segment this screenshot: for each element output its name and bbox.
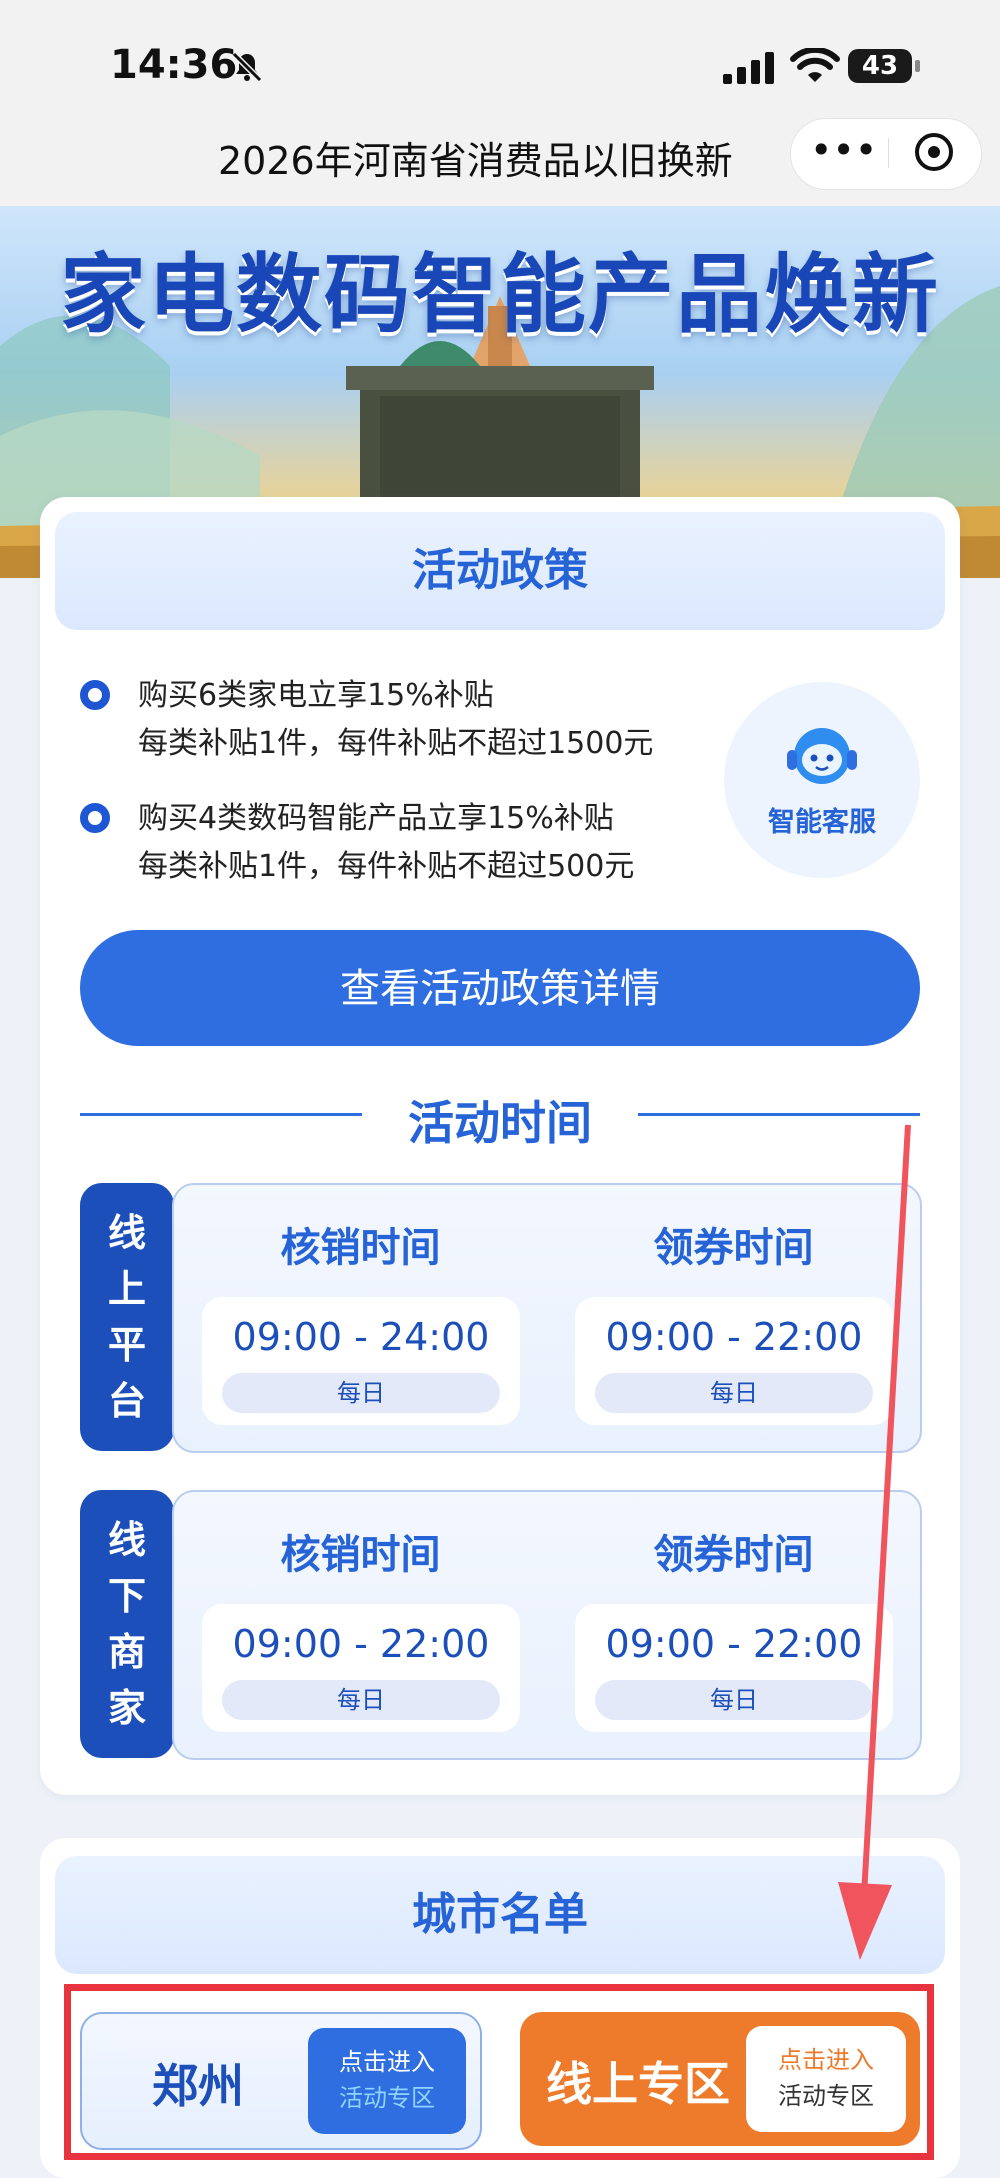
time-panel: 核销时间 09:00 - 22:00 每日 领券时间 09:00 - 22:00…	[172, 1490, 922, 1760]
coupon-time-column: 领券时间 09:00 - 22:00 每日	[547, 1185, 920, 1451]
time-box: 09:00 - 22:00 每日	[575, 1604, 893, 1732]
tab-char: 家	[107, 1686, 146, 1730]
offline-merchant-time-block: 线 下 商 家 核销时间 09:00 - 22:00 每日 领券时间 09:00…	[80, 1490, 922, 1760]
daily-badge: 每日	[222, 1680, 500, 1720]
time-range: 09:00 - 22:00	[232, 1622, 490, 1666]
policy-item-line1: 购买4类数码智能产品立享15%补贴	[138, 801, 614, 836]
annotation-highlight-box	[64, 1984, 934, 2160]
time-box: 09:00 - 24:00 每日	[202, 1297, 520, 1425]
coupon-time-column: 领券时间 09:00 - 22:00 每日	[547, 1492, 920, 1758]
redeem-time-column: 核销时间 09:00 - 24:00 每日	[174, 1185, 547, 1451]
bullet-icon	[80, 803, 110, 833]
signal-icon	[723, 52, 774, 84]
view-policy-details-button[interactable]: 查看活动政策详情	[80, 930, 920, 1046]
divider-right	[638, 1113, 920, 1116]
customer-service-label: 智能客服	[768, 807, 876, 838]
daily-badge: 每日	[222, 1373, 500, 1413]
wifi-icon	[790, 48, 840, 82]
policy-item: 购买6类家电立享15%补贴 每类补贴1件，每件补贴不超过1500元	[138, 672, 788, 768]
tab-char: 平	[107, 1323, 146, 1367]
policy-item-line2: 每类补贴1件，每件补贴不超过1500元	[138, 726, 654, 761]
tab-char: 线	[107, 1518, 146, 1562]
time-panel: 核销时间 09:00 - 24:00 每日 领券时间 09:00 - 22:00…	[172, 1183, 922, 1453]
time-box: 09:00 - 22:00 每日	[202, 1604, 520, 1732]
online-platform-time-block: 线 上 平 台 核销时间 09:00 - 24:00 每日 领券时间 09:00…	[80, 1183, 922, 1453]
daily-badge: 每日	[595, 1373, 873, 1413]
policy-item: 购买4类数码智能产品立享15%补贴 每类补贴1件，每件补贴不超过500元	[138, 795, 788, 891]
redeem-time-title: 核销时间	[280, 1532, 441, 1578]
activity-time-heading: 活动时间	[408, 1096, 592, 1150]
coupon-time-title: 领券时间	[653, 1225, 814, 1271]
customer-service-button[interactable]: 智能客服	[724, 682, 920, 878]
daily-badge: 每日	[595, 1680, 873, 1720]
capsule-divider	[888, 138, 889, 168]
tab-char: 线	[107, 1211, 146, 1255]
coupon-time-title: 领券时间	[653, 1532, 814, 1578]
city-list-heading: 城市名单	[55, 1856, 945, 1974]
tab-char: 台	[107, 1379, 146, 1423]
redeem-time-title: 核销时间	[280, 1225, 441, 1271]
tab-char: 下	[107, 1574, 146, 1618]
bullet-icon	[80, 680, 110, 710]
policy-heading: 活动政策	[55, 512, 945, 630]
page-title: 2026年河南省消费品以旧换新	[218, 139, 733, 183]
time-range: 09:00 - 22:00	[605, 1622, 863, 1666]
time-box: 09:00 - 22:00 每日	[575, 1297, 893, 1425]
online-platform-tab: 线 上 平 台	[80, 1183, 174, 1451]
robot-icon	[787, 728, 857, 784]
tab-char: 上	[107, 1267, 146, 1311]
more-button[interactable]: •••	[810, 124, 877, 182]
bell-muted-icon	[231, 51, 263, 83]
banner-title: 家电数码智能产品焕新	[60, 245, 940, 345]
policy-item-line2: 每类补贴1件，每件补贴不超过500元	[138, 849, 635, 884]
offline-merchant-tab: 线 下 商 家	[80, 1490, 174, 1758]
redeem-time-column: 核销时间 09:00 - 22:00 每日	[174, 1492, 547, 1758]
time-range: 09:00 - 24:00	[232, 1315, 490, 1359]
close-icon[interactable]	[913, 131, 955, 173]
tab-char: 商	[107, 1630, 146, 1674]
policy-item-line1: 购买6类家电立享15%补贴	[138, 678, 494, 713]
battery-indicator: 43	[848, 49, 920, 83]
time-range: 09:00 - 22:00	[605, 1315, 863, 1359]
status-time: 14:36	[110, 42, 238, 88]
